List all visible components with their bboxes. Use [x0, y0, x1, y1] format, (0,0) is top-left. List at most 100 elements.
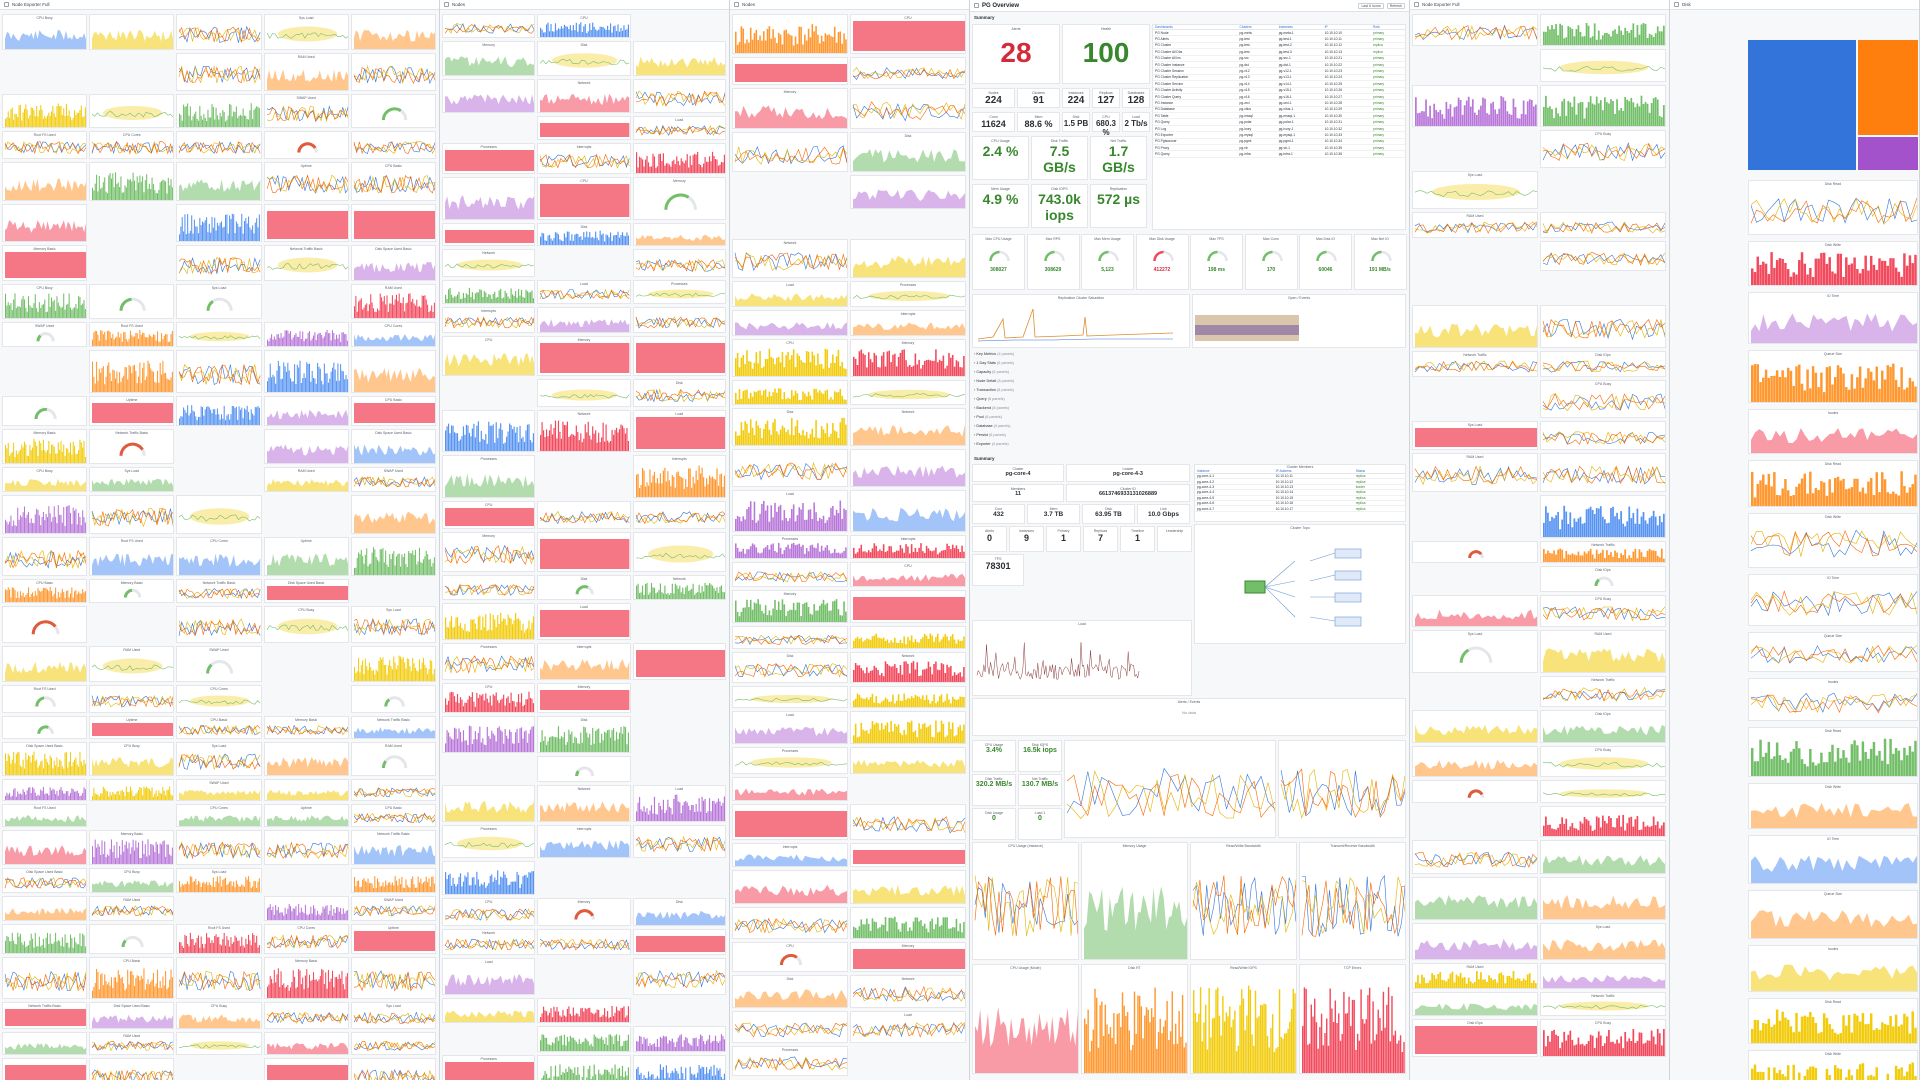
chart-panel[interactable]: Memory Usage — [1081, 842, 1188, 960]
chart-panel[interactable]: CPU — [537, 177, 631, 220]
gauge-stat[interactable]: Max Net IO 191 MB/s — [1353, 234, 1407, 290]
chart-panel[interactable]: CPU Busy — [1540, 595, 1666, 627]
cluster-stat[interactable]: Cluster pg-core-4 — [972, 464, 1064, 482]
chart-panel[interactable] — [442, 79, 536, 113]
alerts-stat[interactable]: Alerts 28 — [972, 24, 1060, 84]
chart-panel[interactable]: Network — [442, 249, 536, 277]
replication-saturation-panel[interactable]: Replication Cluster Saturation — [972, 294, 1190, 348]
chart-panel[interactable]: Processes — [632, 280, 726, 304]
chart-panel[interactable]: Load — [632, 410, 726, 452]
chart-panel[interactable]: Memory — [537, 336, 631, 376]
chart-panel[interactable]: Interrupts — [732, 843, 848, 867]
summary-stat[interactable]: Nodes 224 — [972, 88, 1015, 108]
summary-stat[interactable]: Disk IOPS 743.0k iops — [1031, 184, 1088, 228]
chart-panel[interactable]: CPU Busy — [1540, 746, 1666, 777]
chart-panel[interactable] — [632, 929, 726, 955]
chart-panel[interactable]: Sys Load — [1412, 171, 1538, 209]
chart-panel[interactable]: Disk Write — [1748, 783, 1918, 829]
chart-panel[interactable]: Sys Load — [263, 14, 349, 50]
chart-panel[interactable] — [2, 830, 88, 865]
chart-panel[interactable] — [442, 410, 536, 452]
collapsed-row[interactable]: › Database (4 panels) — [974, 424, 1011, 428]
chart-panel[interactable]: Uptime — [263, 804, 349, 827]
chart-panel[interactable]: Disk — [632, 898, 726, 926]
chart-panel[interactable]: Network — [537, 785, 631, 822]
chart-panel[interactable] — [350, 14, 436, 50]
chart-panel[interactable]: Disk Read — [1748, 998, 1918, 1044]
chart-panel[interactable] — [537, 379, 631, 407]
io-stat[interactable]: Load 10 — [1018, 808, 1062, 840]
chart-panel[interactable]: Network — [632, 575, 726, 600]
chart-panel[interactable] — [732, 1011, 848, 1043]
chart-panel[interactable]: Disk — [732, 975, 848, 1008]
chart-panel[interactable] — [350, 53, 436, 91]
chart-panel[interactable]: Processes — [850, 281, 966, 307]
chart-panel[interactable] — [350, 204, 436, 242]
chart-panel[interactable]: Sys Load — [1412, 630, 1538, 673]
chart-panel[interactable]: Network Traffic Basic — [350, 830, 436, 865]
load-panel[interactable]: Load — [972, 620, 1192, 696]
chart-panel[interactable] — [176, 1032, 262, 1055]
chart-panel[interactable]: RAM Used — [89, 896, 175, 921]
chart-panel[interactable] — [1540, 495, 1666, 538]
chart-panel[interactable] — [1540, 963, 1666, 989]
chart-panel[interactable]: Disk — [537, 223, 631, 246]
chart-panel[interactable] — [850, 239, 966, 278]
chart-panel[interactable]: Sys Load — [176, 868, 262, 893]
chart-panel[interactable] — [1540, 780, 1666, 803]
chart-panel[interactable] — [2, 779, 88, 801]
chart-panel[interactable] — [632, 958, 726, 995]
chart-panel[interactable]: Interrupts — [632, 455, 726, 498]
chart-panel[interactable] — [2, 1058, 88, 1080]
chart-panel[interactable] — [2, 924, 88, 954]
chart-panel[interactable]: Inodes — [1748, 678, 1918, 721]
chart-panel[interactable]: Disk — [850, 132, 966, 172]
chart-panel[interactable]: CPU — [442, 501, 536, 529]
chart-panel[interactable] — [2, 495, 88, 534]
chart-panel[interactable]: SWAP Used — [176, 779, 262, 801]
collapsed-row[interactable]: › Pool (6 panels) — [974, 415, 1002, 419]
chart-panel[interactable] — [350, 685, 436, 713]
chart-panel[interactable]: Memory — [850, 942, 966, 972]
collapsed-row[interactable]: › Node Detail (8 panels) — [974, 379, 1014, 383]
chart-panel[interactable] — [537, 1055, 631, 1080]
chart-panel[interactable] — [176, 14, 262, 50]
chart-panel[interactable] — [732, 562, 848, 587]
chart-panel[interactable]: RAM Used — [350, 742, 436, 776]
chart-panel[interactable]: Disk Space Used Basic — [2, 868, 88, 893]
chart-panel[interactable]: Disk Write — [1748, 241, 1918, 286]
chart-panel[interactable] — [263, 204, 349, 242]
chart-panel[interactable]: Root FS Used — [2, 804, 88, 827]
chart-panel[interactable]: SWAP Used — [176, 646, 262, 682]
chart-panel[interactable] — [263, 830, 349, 865]
chart-panel[interactable]: RAM Used — [89, 646, 175, 682]
summary-stat[interactable]: Instances 224 — [1062, 88, 1090, 108]
chart-panel[interactable] — [442, 575, 536, 600]
chart-panel[interactable] — [732, 14, 848, 54]
chart-panel[interactable]: Network Traffic Basic — [263, 245, 349, 281]
chart-panel[interactable]: Disk Space Used Basic — [350, 429, 436, 464]
chart-panel[interactable]: RAM Used — [89, 1032, 175, 1055]
collapsed-row[interactable]: › Exporter (4 panels) — [974, 442, 1009, 446]
summary-stat[interactable]: CPU Usage 2.4 % — [972, 136, 1029, 180]
chart-panel[interactable] — [442, 785, 536, 822]
alerts-events-panel[interactable]: Alerts / Events No data — [972, 698, 1406, 736]
chart-panel[interactable]: Disk RT — [1081, 964, 1188, 1074]
table-cell[interactable]: pg-infra — [1237, 150, 1277, 158]
summary-stat[interactable]: Databases 128 — [1122, 88, 1150, 108]
chart-panel[interactable]: Network Traffic — [1540, 541, 1666, 563]
capacity-stat[interactable]: Link 10.0 Gbps — [1137, 504, 1190, 524]
chart-panel[interactable] — [176, 495, 262, 534]
chart-panel[interactable] — [176, 350, 262, 393]
chart-panel[interactable] — [89, 685, 175, 713]
chart-panel[interactable] — [632, 249, 726, 277]
chart-panel[interactable]: Memory Basic — [263, 716, 349, 739]
chart-panel[interactable]: Memory — [442, 532, 536, 572]
chart-panel[interactable]: CPU Usage (Instance) — [972, 842, 1079, 960]
chart-panel[interactable] — [1540, 305, 1666, 348]
chart-panel[interactable]: Processes — [442, 1055, 536, 1080]
chart-panel[interactable]: Disk IOps — [1540, 566, 1666, 592]
gauge-stat[interactable]: Max Disk Usage 412272 — [1135, 234, 1189, 290]
summary-stat[interactable]: Replication 572 µs — [1090, 184, 1147, 228]
chart-panel[interactable] — [442, 998, 536, 1023]
